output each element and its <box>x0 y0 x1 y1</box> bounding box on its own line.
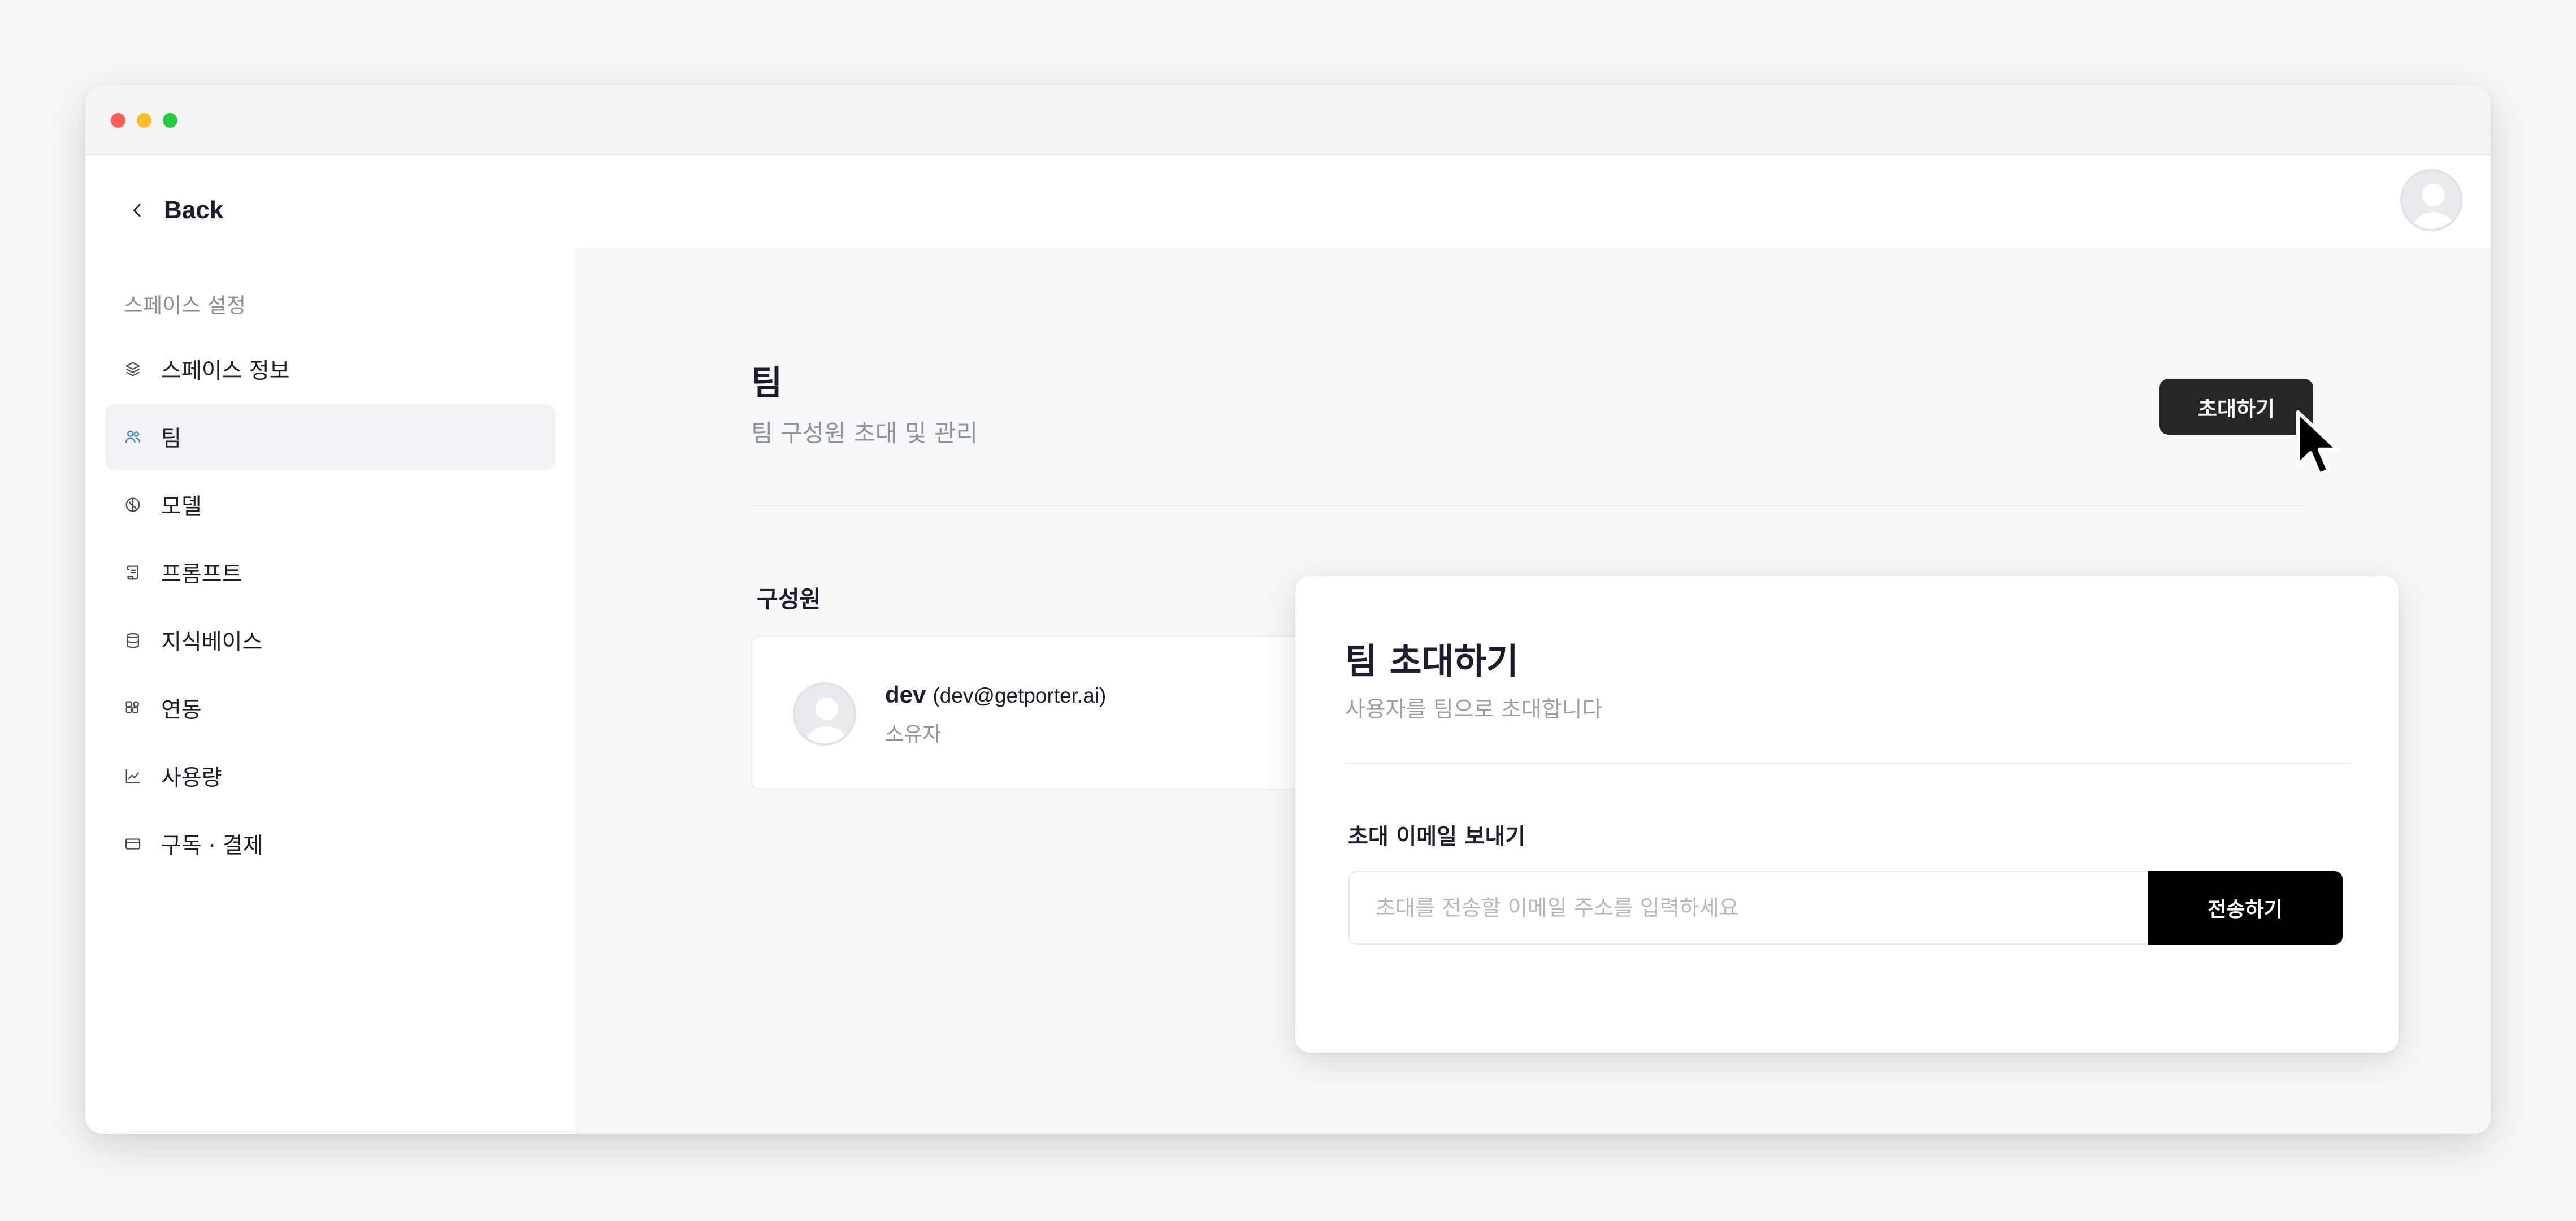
members-heading: 구성원 <box>757 586 821 613</box>
model-icon <box>123 495 142 514</box>
sidebar-section-label: 스페이스 설정 <box>124 293 246 318</box>
member-avatar <box>793 682 856 746</box>
sidebar-item-label: 구독 · 결제 <box>161 833 263 859</box>
database-icon <box>123 631 142 650</box>
scroll-icon <box>123 563 142 582</box>
sidebar-item-label: 연동 <box>161 698 202 723</box>
sidebar-item-label: 프롬프트 <box>161 562 242 587</box>
sidebar-item-knowledge-base[interactable]: 지식베이스 <box>105 608 556 673</box>
sidebar-item-label: 모델 <box>161 494 202 519</box>
sidebar-item-space-info[interactable]: 스페이스 정보 <box>105 336 556 402</box>
back-button[interactable]: Back <box>128 196 223 224</box>
email-label: 초대 이메일 보내기 <box>1348 824 1526 850</box>
credit-card-icon <box>123 834 142 854</box>
mouse-cursor-icon <box>2296 410 2340 477</box>
user-avatar[interactable] <box>2400 169 2462 231</box>
invite-email-input[interactable] <box>1348 871 2149 945</box>
settings-nav: 스페이스 정보 팀 모델 프롬프트 지식베이스 연동 사용량 구독 · 결제 <box>105 336 556 879</box>
integration-icon <box>123 699 142 718</box>
sidebar-item-prompt[interactable]: 프롬프트 <box>105 540 556 605</box>
member-role: 소유자 <box>885 723 942 746</box>
minimize-window-button[interactable] <box>137 113 151 128</box>
title-bar <box>85 85 2491 155</box>
sidebar-item-billing[interactable]: 구독 · 결제 <box>105 811 556 877</box>
popover-subtitle: 사용자를 팀으로 초대합니다 <box>1345 697 1603 722</box>
member-email: (dev@getporter.ai) <box>933 684 1107 707</box>
layers-icon <box>123 360 142 379</box>
page-subtitle: 팀 구성원 초대 및 관리 <box>751 419 978 447</box>
invite-button[interactable]: 초대하기 <box>2159 379 2313 435</box>
sidebar-item-label: 사용량 <box>161 765 222 791</box>
member-name: dev <box>885 681 926 708</box>
sidebar-item-model[interactable]: 모델 <box>105 472 556 538</box>
sidebar-item-usage[interactable]: 사용량 <box>105 743 556 809</box>
back-label: Back <box>164 196 224 224</box>
popover-divider <box>1345 763 2351 764</box>
sidebar-item-label: 팀 <box>161 426 181 452</box>
member-name-line: dev (dev@getporter.ai) <box>885 681 1106 708</box>
popover-title: 팀 초대하기 <box>1345 640 1519 682</box>
invite-popover: 팀 초대하기 사용자를 팀으로 초대합니다 초대 이메일 보내기 전송하기 <box>1295 576 2399 1053</box>
send-invite-button[interactable]: 전송하기 <box>2148 871 2343 945</box>
sidebar-item-team[interactable]: 팀 <box>105 404 556 470</box>
page-title: 팀 <box>751 363 783 403</box>
sidebar-item-label: 지식베이스 <box>161 630 263 655</box>
divider <box>751 505 2305 506</box>
users-icon <box>123 427 142 447</box>
settings-sidebar: Back 스페이스 설정 스페이스 정보 팀 모델 프롬프트 지식베이스 연동 … <box>85 155 575 1134</box>
sidebar-item-label: 스페이스 정보 <box>161 358 290 384</box>
close-window-button[interactable] <box>111 113 125 128</box>
maximize-window-button[interactable] <box>163 113 177 128</box>
chart-icon <box>123 767 142 786</box>
sidebar-item-integration[interactable]: 연동 <box>105 676 556 741</box>
app-window: Back 스페이스 설정 스페이스 정보 팀 모델 프롬프트 지식베이스 연동 … <box>85 85 2491 1134</box>
chevron-left-icon <box>133 204 141 217</box>
